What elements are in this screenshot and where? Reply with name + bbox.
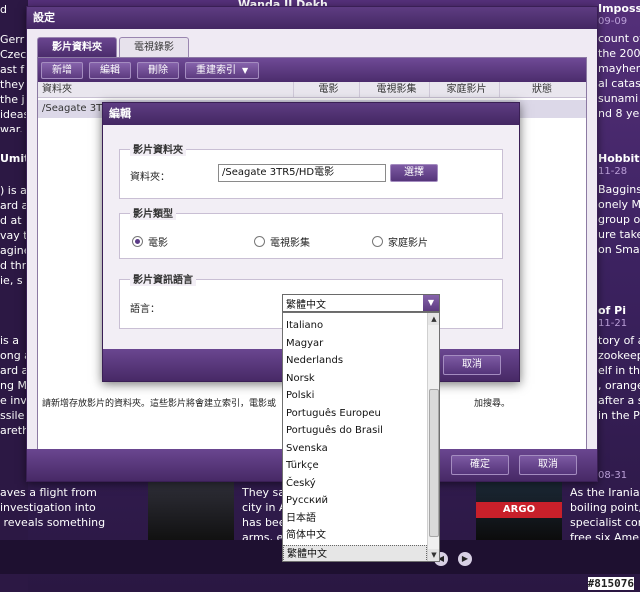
folder-group-label: 影片資料夾 (130, 141, 186, 156)
type-group: 影片類型 電影 電視影集 家庭影片 (119, 205, 503, 259)
bg-left-text: d Gerr Czec ast f they the j ideas war. (0, 3, 26, 132)
reindex-button[interactable]: 重建索引 ▼ (185, 61, 260, 79)
language-option[interactable]: Русский (283, 492, 427, 510)
type-movie-label: 電影 (148, 238, 168, 249)
tab-movie-folders[interactable]: 影片資料夾 (37, 37, 117, 57)
watermark: #815076 (587, 577, 634, 590)
add-button[interactable]: 新增 (41, 61, 83, 79)
language-option[interactable]: Polski (283, 387, 427, 405)
bg-bottom-left-text: aves a flight from investigation into re… (0, 486, 106, 529)
type-radio-movie[interactable]: 電影 (132, 234, 168, 249)
movie-poster-argo[interactable]: ARGO (476, 480, 562, 540)
bg-right-date-2: 11-28 (598, 166, 628, 177)
language-dropdown-list: Italiano Magyar Nederlands Norsk Polski Portu… (282, 312, 440, 562)
bg-right-text-1: count of the 2004 mayhem o al catast sun… (598, 32, 640, 120)
bg-right-head-2: Hobbit: (598, 152, 640, 165)
type-radio-home[interactable]: 家庭影片 (372, 234, 428, 249)
edit-dialog-title: 編輯 (103, 103, 519, 125)
language-option[interactable]: Português Europeu (283, 405, 427, 423)
language-option[interactable]: 简体中文 (283, 527, 427, 545)
language-option[interactable]: Nederlands (283, 352, 427, 370)
edit-button[interactable]: 編輯 (89, 61, 131, 79)
language-option[interactable]: Türkçe (283, 457, 427, 475)
language-option[interactable]: Český (283, 475, 427, 493)
radio-selected-icon (132, 236, 143, 247)
bg-right-date-4: 08-31 (598, 470, 628, 481)
bg-left-text-3: is a ong a ard are ng M e invol ssile ar… (0, 334, 26, 437)
dropdown-scrollbar[interactable]: ▲ ▼ (427, 313, 439, 561)
language-select-value: 繁體中文 (286, 300, 326, 311)
pager-next-icon[interactable]: ▶ (458, 552, 472, 566)
language-option[interactable]: Português do Brasil (283, 422, 427, 440)
poster-argo-title: ARGO (476, 502, 562, 518)
chevron-down-icon[interactable]: ▼ (423, 295, 439, 311)
edit-cancel-button[interactable]: 取消 (443, 355, 501, 375)
language-option[interactable]: 日本語 (283, 510, 427, 528)
type-tv-label: 電視影集 (270, 238, 310, 249)
radio-icon (372, 236, 383, 247)
chevron-down-icon: ▼ (242, 65, 249, 75)
settings-tabs: 影片資料夾 電視錄影 (37, 37, 189, 57)
bg-right-head-3: of Pi (598, 304, 627, 317)
bg-bottom-mid-text: They sa city in A has bee arms, e (242, 486, 282, 544)
language-option[interactable]: Italiano (283, 317, 427, 335)
column-tv[interactable]: 電視影集 (360, 82, 430, 97)
column-folder[interactable]: 資料夾 (38, 82, 294, 97)
language-option[interactable]: Svenska (283, 440, 427, 458)
bg-right-text-2: Baggins onely Mo group of ure take on Sm… (598, 183, 640, 256)
movie-poster[interactable] (148, 480, 234, 540)
type-radio-tv[interactable]: 電視影集 (254, 234, 310, 249)
delete-button[interactable]: 刪除 (137, 61, 179, 79)
folder-group: 影片資料夾 資料夾： /Seagate 3TR5/HD電影 選擇 (119, 141, 503, 199)
radio-icon (254, 236, 265, 247)
scroll-up-icon[interactable]: ▲ (428, 313, 439, 325)
language-option[interactable]: 繁體中文 (283, 544, 427, 561)
settings-title: 設定 (27, 7, 597, 29)
bg-right-text-3: tory of a zookeep elf in the , orange af… (598, 334, 640, 422)
language-group-label: 影片資訊語言 (130, 271, 196, 286)
column-movie[interactable]: 電影 (294, 82, 360, 97)
reindex-label: 重建索引 (196, 64, 236, 76)
folder-toolbar: 新增 編輯 刪除 重建索引 ▼ (38, 58, 586, 82)
bg-right-top-title: Imposs (598, 2, 640, 15)
folder-path-input[interactable]: /Seagate 3TR5/HD電影 (218, 164, 386, 182)
language-label: 語言： (130, 304, 160, 315)
type-group-label: 影片類型 (130, 205, 176, 220)
language-option[interactable]: Magyar (283, 335, 427, 353)
bg-right-top-date: 09-09 (598, 16, 628, 27)
folder-label: 資料夾： (130, 172, 170, 183)
ok-button[interactable]: 確定 (451, 455, 509, 475)
scrollbar-thumb[interactable] (429, 389, 439, 537)
tab-tv-recording[interactable]: 電視錄影 (119, 37, 189, 57)
bg-right-text-4: As the Iranian boiling point, specialist… (570, 486, 640, 544)
bg-left-text-2: ) is a ard a d at vay t agine d thr ie, … (0, 184, 26, 287)
cancel-button[interactable]: 取消 (519, 455, 577, 475)
folder-grid-header: 資料夾 電影 電視影集 家庭影片 狀態 (38, 82, 586, 98)
type-home-label: 家庭影片 (388, 238, 428, 249)
column-status[interactable]: 狀態 (500, 82, 580, 97)
language-select[interactable]: 繁體中文 ▼ (282, 294, 440, 312)
language-option[interactable]: Norsk (283, 370, 427, 388)
column-home[interactable]: 家庭影片 (430, 82, 500, 97)
folder-hint: 請新增存放影片的資料夾。這些影片將會建立索引，電影或 加搜尋。 (42, 399, 511, 409)
browse-button[interactable]: 選擇 (390, 164, 438, 182)
bg-right-date-3: 11-21 (598, 318, 628, 329)
scroll-down-icon[interactable]: ▼ (428, 549, 439, 561)
